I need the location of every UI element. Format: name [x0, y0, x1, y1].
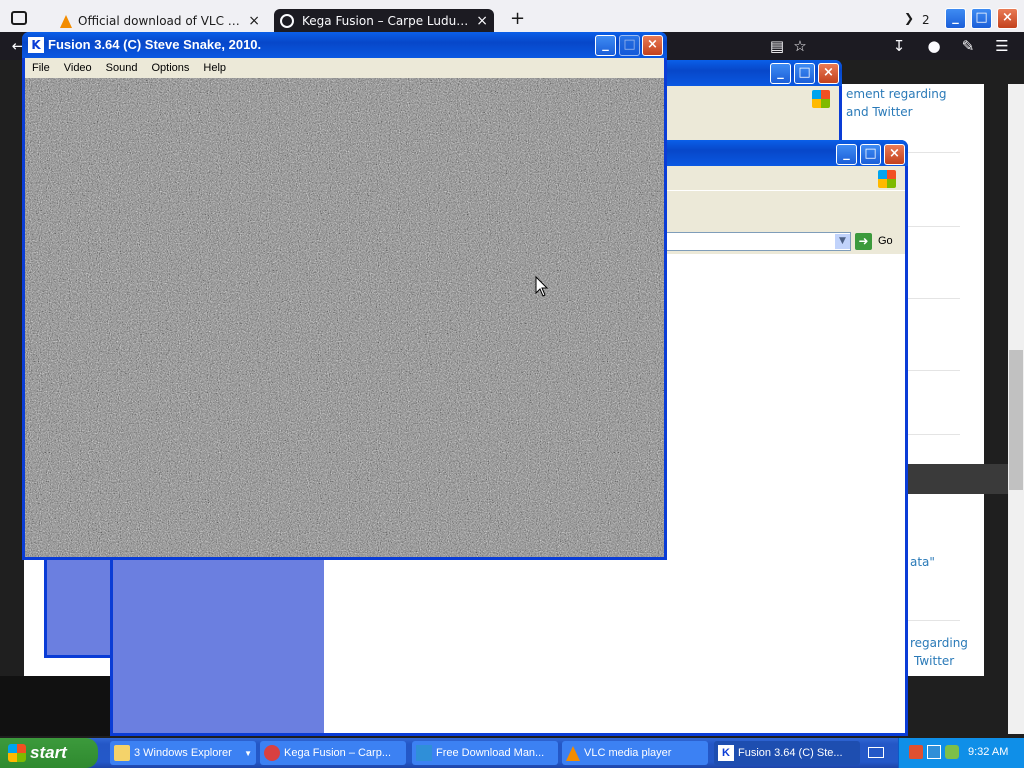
browser-icon: [264, 745, 280, 761]
fusion-window: K Fusion 3.64 (C) Steve Snake, 2010. _ □…: [22, 32, 667, 560]
taskbar-item-label: Free Download Man...: [436, 747, 545, 759]
taskbar-item-fusion[interactable]: K Fusion 3.64 (C) Ste...: [714, 741, 860, 765]
close-button[interactable]: ×: [642, 35, 663, 56]
network-icon[interactable]: [945, 745, 959, 759]
clock: 9:32 AM: [968, 746, 1009, 758]
taskbar: start 3 Windows Explorer ▼ Kega Fusion –…: [0, 738, 1024, 768]
explorer-sidebar: [47, 560, 111, 655]
divider: [908, 298, 960, 299]
keyboard-icon[interactable]: [868, 747, 884, 758]
mouse-cursor-icon: [535, 276, 549, 297]
emulator-screen[interactable]: [25, 78, 664, 557]
tab-kega-fusion[interactable]: Kega Fusion – Carpe Ludum – Eidc ×: [274, 9, 494, 33]
address-dropdown-icon[interactable]: ▼: [835, 234, 850, 249]
folder-icon: [114, 745, 130, 761]
wordpress-icon: [280, 14, 294, 28]
start-label: start: [30, 743, 67, 762]
maximize-button[interactable]: □: [860, 144, 881, 165]
minimize-button[interactable]: _: [595, 35, 616, 56]
tab-close-icon[interactable]: ×: [476, 13, 488, 29]
page-link[interactable]: and Twitter: [846, 105, 913, 119]
close-button[interactable]: ×: [818, 63, 839, 84]
kega-logo-icon: K: [718, 745, 734, 761]
vlc-cone-icon: [60, 14, 72, 28]
scrollbar-thumb[interactable]: [1009, 350, 1023, 490]
minimize-button[interactable]: _: [836, 144, 857, 165]
browser-close-button[interactable]: ×: [997, 8, 1018, 29]
tab-list-count: 2: [922, 13, 930, 27]
tab-close-icon[interactable]: ×: [248, 13, 260, 29]
browser-minimize-button[interactable]: _: [945, 8, 966, 29]
new-tab-button[interactable]: +: [510, 8, 525, 29]
menu-icon[interactable]: ☰: [992, 36, 1012, 56]
taskbar-item-label: Kega Fusion – Carp...: [284, 747, 392, 759]
windows-flag-icon: [8, 744, 26, 762]
fdm-tray-icon[interactable]: [927, 745, 941, 759]
maximize-button: □: [619, 35, 640, 56]
account-icon[interactable]: ●: [924, 36, 944, 56]
page-link[interactable]: ata": [910, 555, 935, 569]
go-arrow-icon[interactable]: ➜: [855, 233, 872, 250]
window-title: Fusion 3.64 (C) Steve Snake, 2010.: [48, 37, 262, 52]
divider: [908, 152, 960, 153]
vlc-cone-icon: [566, 745, 580, 761]
minimize-button[interactable]: _: [770, 63, 791, 84]
tab-overview-icon[interactable]: [11, 11, 27, 25]
taskbar-item-vlc[interactable]: VLC media player: [562, 741, 708, 765]
menu-options[interactable]: Options: [144, 62, 196, 74]
page-link[interactable]: ement regarding: [846, 87, 947, 101]
browser-maximize-button[interactable]: □: [971, 8, 992, 29]
explorer-task-pane: [113, 560, 325, 733]
taskbar-item-explorer[interactable]: 3 Windows Explorer ▼: [110, 741, 256, 765]
chevron-down-icon[interactable]: ❯: [904, 11, 914, 25]
taskbar-item-label: Fusion 3.64 (C) Ste...: [738, 747, 843, 759]
taskbar-item-kega-fusion-page[interactable]: Kega Fusion – Carp...: [260, 741, 406, 765]
page-footer-dark: [0, 676, 112, 736]
go-button-label[interactable]: Go: [878, 235, 893, 247]
menu-help[interactable]: Help: [196, 62, 233, 74]
kega-logo-icon: K: [28, 37, 44, 53]
reader-view-icon[interactable]: ▤: [767, 36, 787, 56]
extensions-icon[interactable]: ✎: [958, 36, 978, 56]
divider: [908, 620, 960, 621]
start-button[interactable]: start: [0, 738, 98, 768]
fdm-icon: [416, 745, 432, 761]
divider: [908, 226, 960, 227]
page-link[interactable]: Twitter: [914, 654, 954, 668]
taskbar-item-label: 3 Windows Explorer: [134, 747, 232, 759]
tab-vlc-download[interactable]: Official download of VLC media pl ×: [54, 9, 266, 33]
close-button[interactable]: ×: [884, 144, 905, 165]
browser-tab-bar: Official download of VLC media pl × Kega…: [0, 0, 1024, 33]
tab-title: Official download of VLC media pl: [78, 14, 242, 28]
downloads-icon[interactable]: ↧: [889, 36, 909, 56]
bookmark-star-icon[interactable]: ☆: [790, 36, 810, 56]
windows-logo-icon: [878, 170, 896, 188]
menu-sound[interactable]: Sound: [99, 62, 145, 74]
windows-logo-icon: [812, 90, 830, 108]
maximize-button[interactable]: □: [794, 63, 815, 84]
tray-app-icon[interactable]: [909, 745, 923, 759]
page-band: [908, 464, 1008, 494]
page-link[interactable]: regarding: [910, 636, 968, 650]
chevron-down-icon: ▼: [244, 748, 252, 758]
tab-title: Kega Fusion – Carpe Ludum – Eidc: [302, 14, 470, 28]
menu-video[interactable]: Video: [57, 62, 99, 74]
static-noise: [25, 78, 664, 557]
fusion-titlebar[interactable]: K Fusion 3.64 (C) Steve Snake, 2010. _ □…: [22, 32, 667, 58]
fusion-menubar: File Video Sound Options Help: [25, 58, 664, 78]
taskbar-item-label: VLC media player: [584, 747, 672, 759]
divider: [908, 370, 960, 371]
menu-file[interactable]: File: [25, 62, 57, 74]
taskbar-item-fdm[interactable]: Free Download Man...: [412, 741, 558, 765]
divider: [908, 434, 960, 435]
